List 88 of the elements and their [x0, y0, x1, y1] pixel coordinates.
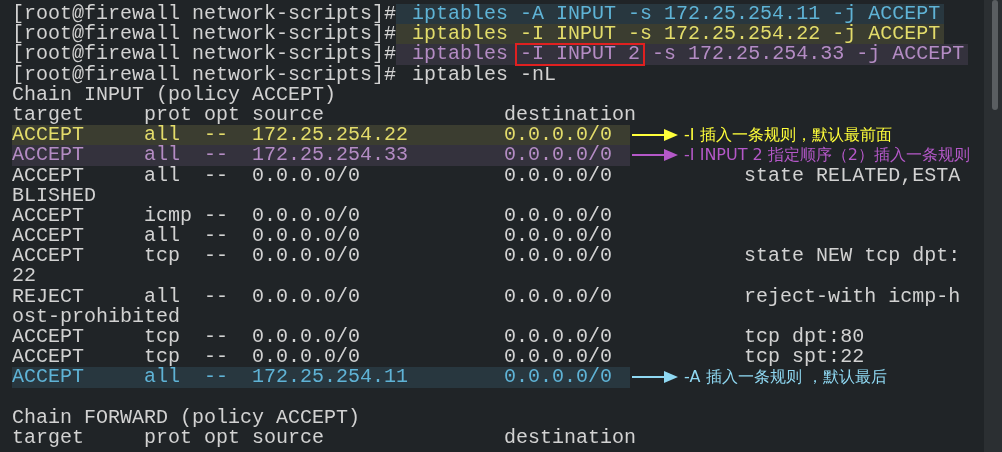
table-cell-text: 0.0.0.0/0: [504, 367, 614, 388]
table-cell-text: 0.0.0.0/0: [504, 246, 614, 267]
table-cell-text: 0.0.0.0/0: [504, 165, 614, 186]
table-cell-text: ACCEPT: [12, 367, 85, 388]
table-cell-text: 0.0.0.0/0: [252, 286, 362, 307]
table-cell-text: all: [144, 145, 182, 166]
output-text: Chain FORWARD (policy ACCEPT): [12, 407, 361, 428]
table-cell-text: --: [204, 286, 230, 307]
table-cell-text: REJECT: [12, 286, 84, 307]
output-text: ost-prohibited: [12, 306, 181, 327]
table-cell-text: all: [144, 367, 182, 388]
table-cell-text: source: [252, 427, 325, 449]
output-text: Chain INPUT (policy ACCEPT): [12, 84, 337, 105]
table-cell-text: target: [12, 104, 85, 126]
boxed-command-part: -I INPUT 2: [516, 44, 645, 65]
table-cell-text: all: [144, 226, 181, 247]
table-cell-text: tcp: [144, 327, 182, 348]
table-cell-text: opt: [204, 427, 241, 449]
table-cell-text: 0.0.0.0/0: [252, 246, 362, 267]
table-cell-text: 0.0.0.0/0: [252, 205, 362, 227]
table-cell-text: 0.0.0.0/0: [252, 327, 362, 348]
table-cell-text: icmp: [144, 205, 194, 227]
table-cell-text: 0.0.0.0/0: [504, 125, 614, 146]
table-cell-text: 0.0.0.0/0: [252, 165, 362, 186]
annotation-text: -I 插入一条规则，默认最前面: [684, 125, 892, 146]
table-cell-text: ACCEPT: [12, 125, 85, 146]
table-cell-text: --: [204, 327, 230, 348]
shell-prompt: [root@firewall network-scripts]#: [12, 44, 397, 65]
table-cell-text: 0.0.0.0/0: [504, 226, 614, 247]
shell-prompt: [root@firewall network-scripts]#: [12, 4, 397, 25]
table-cell: tcp spt:22: [744, 347, 865, 368]
annotation-text: -I INPUT 2 指定顺序（2）插入一条规则: [684, 145, 971, 166]
arrow-icon: [632, 129, 679, 142]
output-text: 22: [12, 266, 36, 287]
table-cell-text: 0.0.0.0/0: [252, 347, 362, 368]
table-cell-text: --: [204, 347, 230, 368]
command-text: iptables -nL: [411, 64, 558, 85]
shell-prompt: [root@firewall network-scripts]#: [12, 64, 397, 85]
shell-prompt: [root@firewall network-scripts]#: [12, 24, 397, 45]
command-text: -s 172.25.254.33 -j ACCEPT: [651, 44, 966, 65]
table-cell-text: ACCEPT: [12, 347, 85, 368]
table-cell-text: 0.0.0.0/0: [504, 205, 614, 227]
scrollbar-thumb[interactable]: [992, 0, 998, 110]
table-cell-text: ACCEPT: [12, 226, 85, 247]
table-cell-text: all: [144, 165, 182, 186]
table-cell-text: ACCEPT: [12, 145, 85, 166]
annotation-text: -A 插入一条规则 ，默认最后: [684, 367, 887, 388]
table-cell-text: 0.0.0.0/0: [252, 226, 362, 247]
table-cell-text: ACCEPT: [12, 246, 85, 267]
table-cell-text: --: [204, 246, 230, 267]
table-cell-text: prot: [144, 427, 193, 449]
table-cell-text: source: [252, 104, 325, 126]
table-cell-text: --: [204, 125, 229, 146]
table-cell-text: 0.0.0.0/0: [504, 327, 614, 348]
table-cell: reject-with icmp-h: [744, 286, 961, 307]
arrow-icon: [632, 371, 679, 384]
command-text: iptables -I INPUT -s 172.25.254.22 -j ACCEPT: [411, 24, 942, 45]
table-cell-text: 0.0.0.0/0: [504, 286, 614, 307]
table-cell-text: --: [204, 205, 230, 227]
table-cell-text: opt: [204, 104, 242, 126]
table-cell-text: target: [12, 427, 85, 449]
table-cell-text: --: [204, 226, 230, 247]
command-text: iptables: [411, 44, 510, 65]
table-cell: tcp dpt:80: [744, 327, 865, 348]
table-cell: destination: [504, 427, 637, 449]
table-cell-text: ACCEPT: [12, 205, 85, 227]
table-cell-text: tcp: [144, 347, 182, 368]
table-cell-text: --: [204, 165, 230, 186]
table-cell-text: 172.25.254.22: [252, 125, 410, 146]
table-cell-text: prot: [144, 104, 193, 126]
table-cell: state RELATED,ESTA: [744, 165, 961, 186]
table-cell-text: --: [204, 367, 230, 388]
table-cell-text: ACCEPT: [12, 327, 84, 348]
table-cell: state NEW tcp dpt:: [744, 246, 961, 267]
command-text: iptables -A INPUT -s 172.25.254.11 -j ACCEPT: [411, 4, 942, 25]
table-cell-text: 172.25.254.11: [252, 367, 410, 388]
table-cell-text: --: [204, 145, 230, 166]
table-cell-text: all: [144, 286, 182, 307]
table-cell-text: all: [144, 125, 181, 146]
table-cell-text: tcp: [144, 246, 182, 267]
output-text: BLISHED: [12, 185, 96, 206]
table-cell: destination: [504, 104, 637, 126]
table-cell-text: ACCEPT: [12, 165, 85, 186]
table-cell-text: 0.0.0.0/0: [504, 347, 614, 368]
scrollbar[interactable]: [984, 0, 1002, 452]
table-cell-text: 172.25.254.33: [252, 145, 410, 166]
table-cell-text: 0.0.0.0/0: [504, 145, 614, 166]
arrow-icon: [632, 149, 679, 162]
